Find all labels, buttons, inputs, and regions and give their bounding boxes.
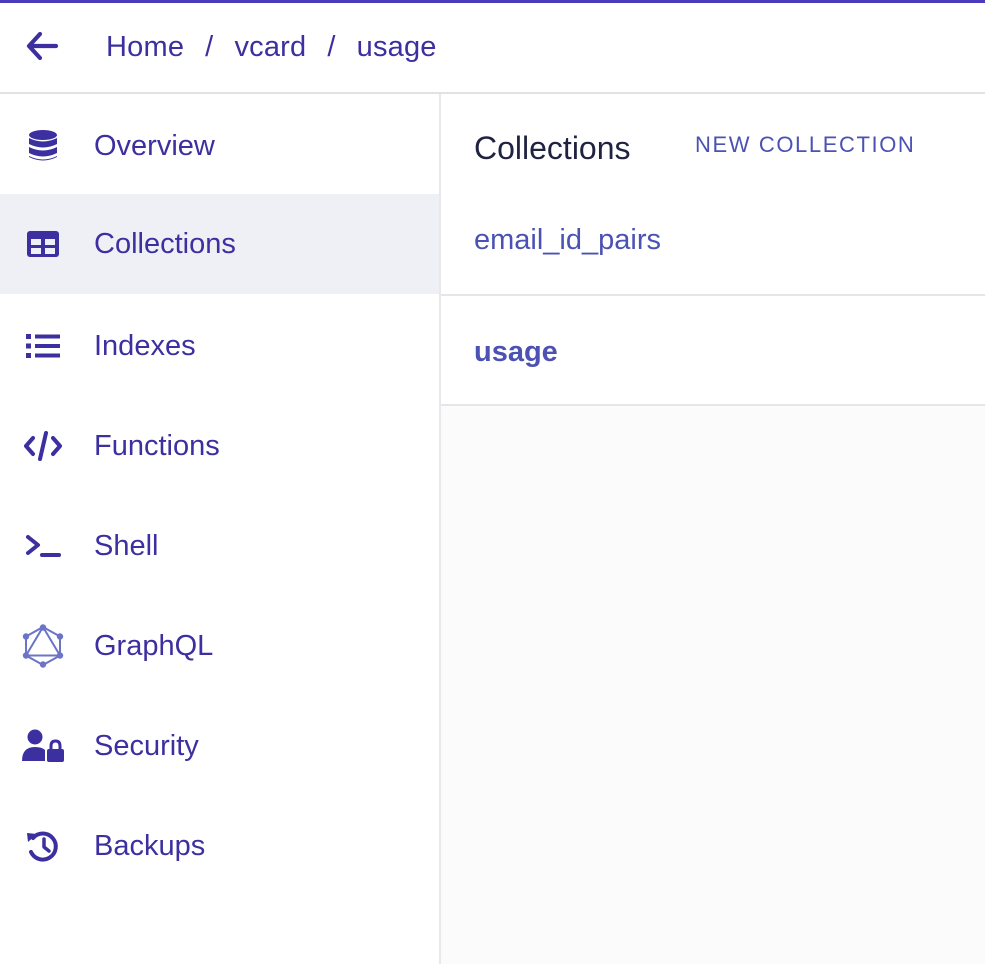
sidebar-item-label: Security [94,729,199,762]
list-item[interactable]: usage [441,296,985,406]
breadcrumb-separator: / [327,31,336,63]
arrow-left-icon [25,31,59,66]
collection-name: usage [474,336,558,368]
list-item[interactable]: email_id_pairs [441,192,985,296]
sidebar-item-security[interactable]: Security [0,696,439,796]
sidebar-item-label: Functions [94,429,220,462]
sidebar-item-graphql[interactable]: GraphQL [0,596,439,696]
history-icon [22,825,64,867]
collection-name: email_id_pairs [474,224,661,256]
breadcrumb-vcard[interactable]: vcard [234,31,306,64]
sidebar-item-overview[interactable]: Overview [0,96,439,196]
sidebar-item-indexes[interactable]: Indexes [0,296,439,396]
sidebar-item-label: Collections [94,227,236,260]
sidebar-item-label: Backups [94,829,206,862]
collections-panel: Collections NEW COLLECTION email_id_pair… [441,94,985,964]
new-collection-button[interactable]: NEW COLLECTION [695,132,915,158]
code-icon [22,425,64,467]
breadcrumb-usage[interactable]: usage [357,31,437,64]
user-lock-icon [22,725,64,767]
table-icon [22,223,64,265]
breadcrumb: Home / vcard / usage [106,3,437,92]
terminal-icon [22,525,64,567]
sidebar-item-label: GraphQL [94,629,214,662]
sidebar-item-collections[interactable]: Collections [0,194,439,294]
sidebar-item-backups[interactable]: Backups [0,796,439,896]
breadcrumb-separator: / [205,31,214,63]
back-button[interactable] [22,30,62,66]
page-title: Collections [474,130,631,166]
graphql-icon [22,624,64,668]
sidebar-item-shell[interactable]: Shell [0,496,439,596]
sidebar-item-label: Indexes [94,329,196,362]
sidebar-item-functions[interactable]: Functions [0,396,439,496]
list-icon [22,325,64,367]
sidebar: Overview Collections Indexes Functions S… [0,94,441,964]
header-bar: Home / vcard / usage [0,3,985,94]
breadcrumb-home[interactable]: Home [106,31,184,64]
sidebar-item-label: Overview [94,129,215,162]
database-icon [22,125,64,167]
sidebar-item-label: Shell [94,529,159,562]
